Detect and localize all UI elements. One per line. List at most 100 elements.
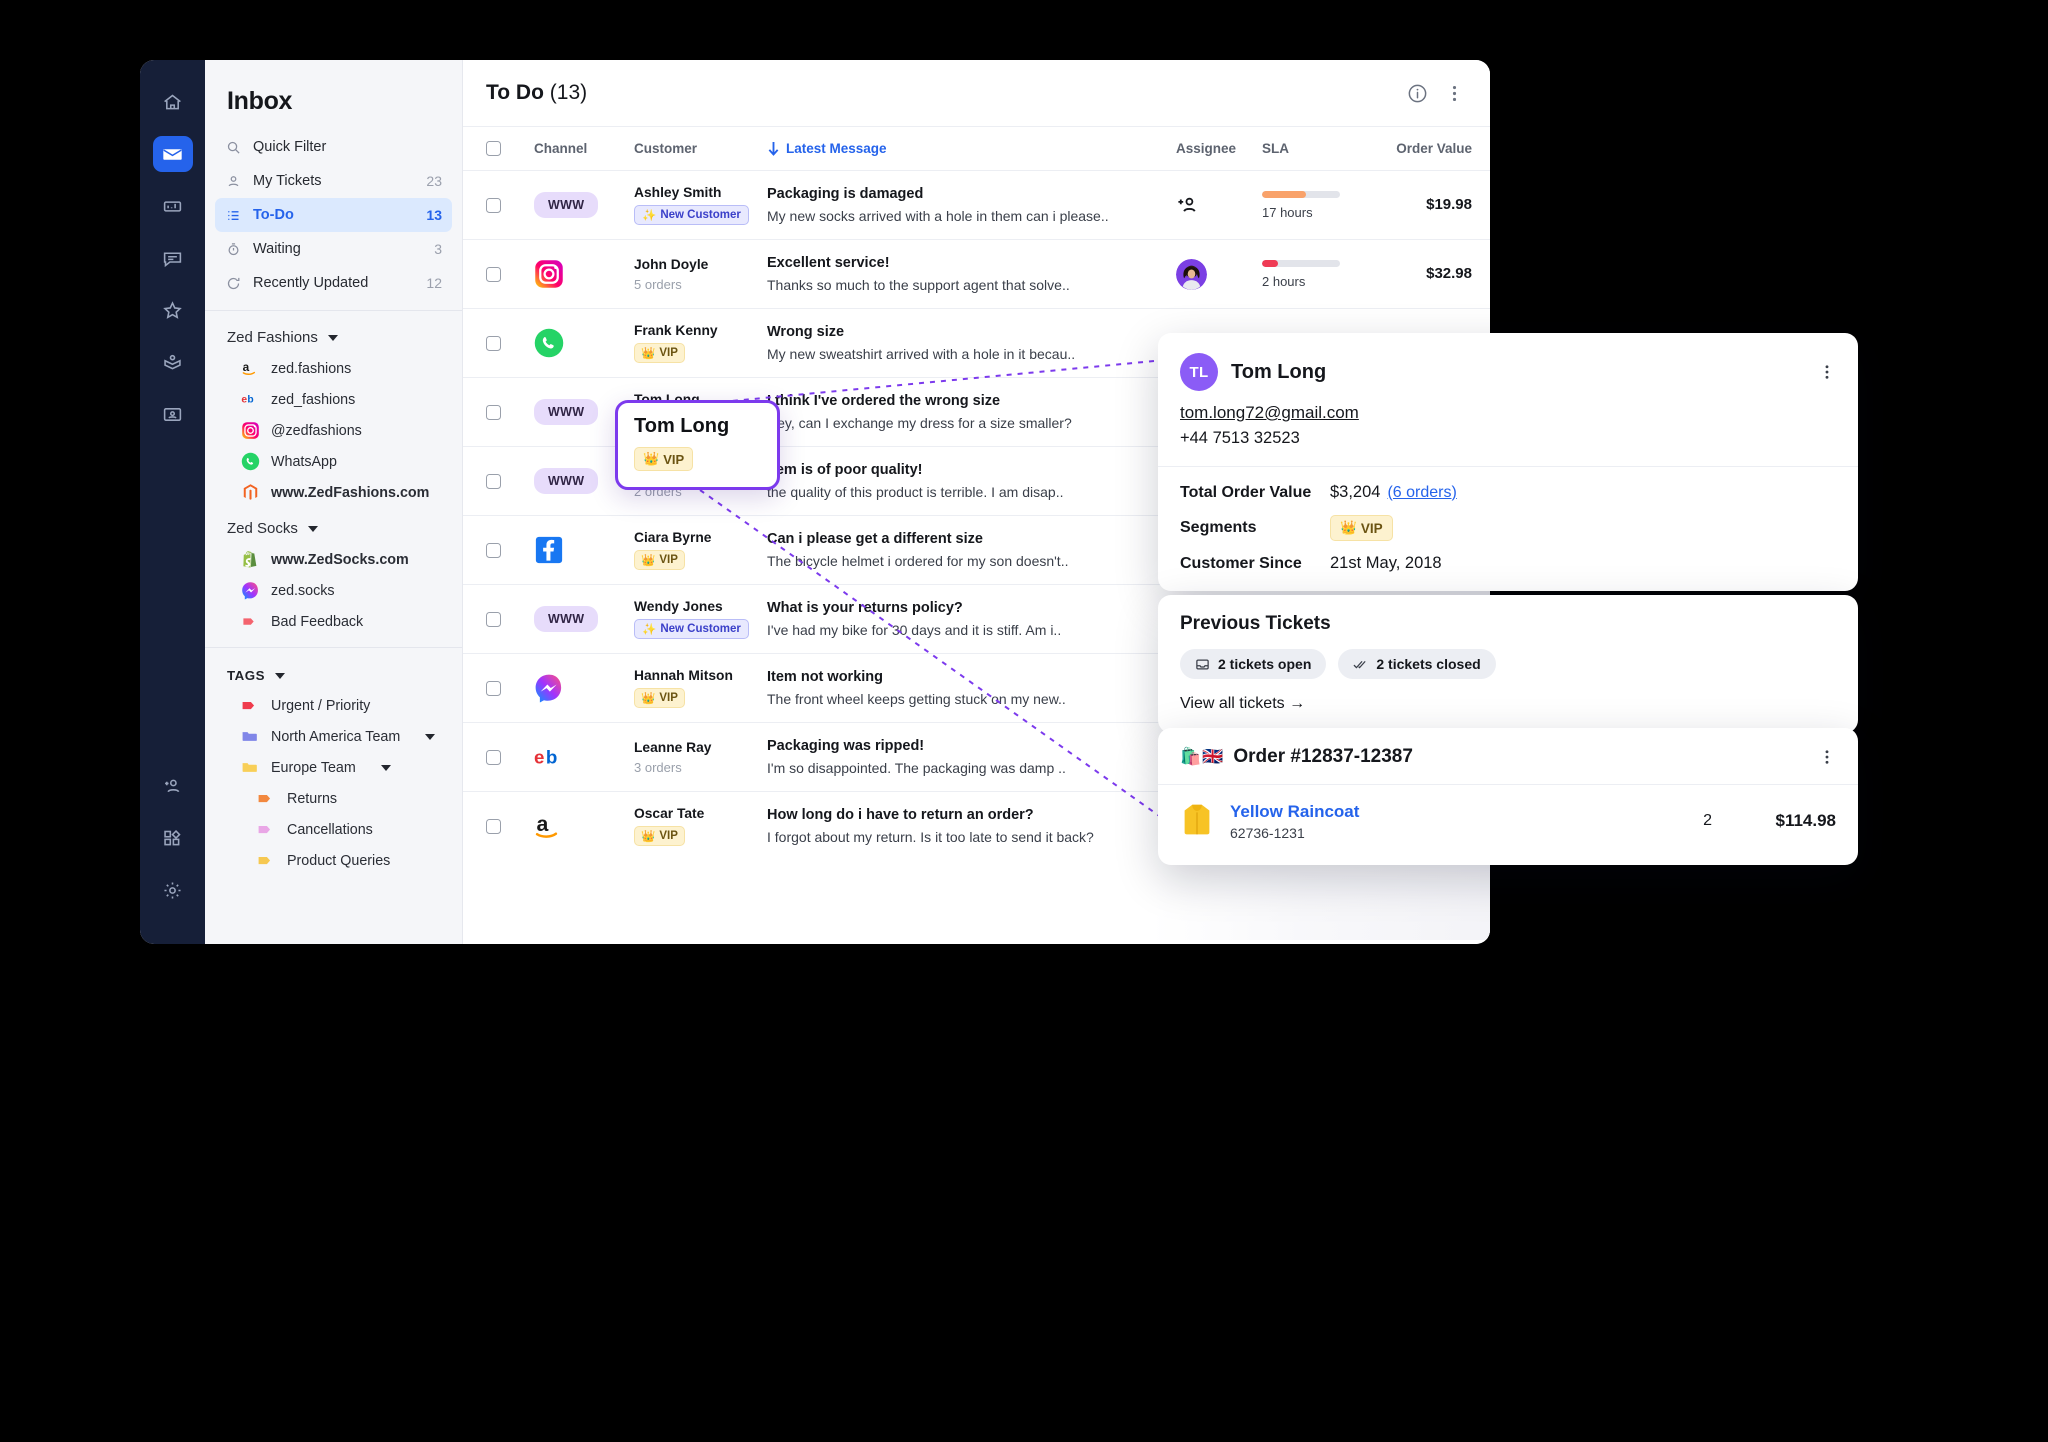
sidebar-group-zed-fashions[interactable]: Zed Fashions bbox=[205, 317, 462, 353]
svg-text:b: b bbox=[247, 395, 253, 406]
field-label: Customer Since bbox=[1180, 554, 1302, 572]
apps-grid-icon[interactable] bbox=[153, 820, 193, 856]
sidebar-channel-ebay[interactable]: eb zed_fashions bbox=[205, 384, 462, 415]
row-checkbox[interactable] bbox=[486, 473, 501, 489]
more-vertical-icon[interactable] bbox=[1818, 748, 1836, 766]
row-customer: Ciara Byrne 👑 VIP bbox=[634, 530, 767, 570]
sidebar-tag-urgent-priority[interactable]: Urgent / Priority bbox=[205, 690, 462, 721]
row-checkbox[interactable] bbox=[486, 266, 501, 282]
sidebar-channel-instagram[interactable]: @zedfashions bbox=[205, 415, 462, 446]
field-value: 21st May, 2018 bbox=[1330, 554, 1442, 572]
table-row[interactable]: John Doyle 5 orders Excellent service! Than… bbox=[463, 239, 1490, 308]
add-user-icon[interactable] bbox=[153, 768, 193, 804]
sidebar-channel-messenger-zedsocks[interactable]: zed.socks bbox=[205, 575, 462, 606]
sidebar-group-tags[interactable]: TAGS bbox=[205, 654, 462, 690]
sidebar-tag-north-america-team[interactable]: North America Team bbox=[205, 721, 462, 752]
row-message: Item not working The front wheel keeps ge… bbox=[767, 669, 1176, 707]
order-item-info: Yellow Raincoat 62736-1231 bbox=[1230, 802, 1359, 841]
sidebar-divider-2 bbox=[205, 647, 462, 648]
whatsapp-icon bbox=[534, 328, 634, 358]
sort-down-arrow-icon bbox=[768, 142, 779, 156]
row-checkbox[interactable] bbox=[486, 335, 501, 351]
sidebar-channel-amazon[interactable]: a zed.fashions bbox=[205, 353, 462, 384]
assign-user-icon[interactable] bbox=[1176, 194, 1199, 217]
row-channel bbox=[534, 673, 634, 703]
info-icon[interactable] bbox=[1407, 83, 1428, 104]
row-customer: John Doyle 5 orders bbox=[634, 257, 767, 292]
group-label: Zed Fashions bbox=[227, 329, 318, 346]
tag-label: North America Team bbox=[271, 728, 401, 745]
knowledge-book-icon[interactable] bbox=[153, 344, 193, 380]
whatsapp-icon bbox=[241, 452, 260, 471]
view-all-tickets-link[interactable]: View all tickets → bbox=[1180, 695, 1836, 713]
sidebar-item-recently-updated[interactable]: Recently Updated 12 bbox=[215, 266, 452, 300]
col-channel[interactable]: Channel bbox=[534, 141, 634, 156]
sidebar-channel-shopify-zedsocks[interactable]: www.ZedSocks.com bbox=[205, 544, 462, 575]
messenger-icon bbox=[241, 581, 260, 600]
row-checkbox[interactable] bbox=[486, 542, 501, 558]
col-latest-message[interactable]: Latest Message bbox=[767, 141, 1176, 156]
star-icon[interactable] bbox=[153, 292, 193, 328]
customer-name: Ciara Byrne bbox=[634, 530, 712, 545]
channel-label: zed.fashions bbox=[271, 360, 352, 377]
tickets-closed-chip[interactable]: 2 tickets closed bbox=[1338, 649, 1496, 679]
sidebar-item-quick-filter[interactable]: Quick Filter bbox=[215, 130, 452, 164]
tickets-open-chip[interactable]: 2 tickets open bbox=[1180, 649, 1327, 679]
sidebar-channel-whatsapp[interactable]: WhatsApp bbox=[205, 446, 462, 477]
col-order-value[interactable]: Order Value bbox=[1372, 141, 1484, 156]
message-preview: I've had my bike for 30 days and it is s… bbox=[767, 622, 1062, 638]
row-checkbox[interactable] bbox=[486, 680, 501, 696]
avatar[interactable] bbox=[1176, 258, 1207, 290]
sidebar-tag-europe-team[interactable]: Europe Team bbox=[205, 752, 462, 783]
reports-bar-chart-icon[interactable] bbox=[153, 188, 193, 224]
customer-name: Oscar Tate bbox=[634, 806, 705, 821]
status-badge: ✨ New Customer bbox=[634, 205, 749, 225]
row-customer: Wendy Jones ✨ New Customer bbox=[634, 599, 767, 639]
table-row[interactable]: WWW Ashley Smith ✨ New Customer Packaging is… bbox=[463, 170, 1490, 239]
sidebar-item-my-tickets[interactable]: My Tickets 23 bbox=[215, 164, 452, 198]
settings-gear-icon[interactable] bbox=[153, 872, 193, 908]
field-total-order-value: Total Order Value $3,204 (6 orders) bbox=[1180, 483, 1836, 502]
row-checkbox[interactable] bbox=[486, 749, 501, 765]
sidebar-channel-magento-zedfashions[interactable]: www.ZedFashions.com bbox=[205, 477, 462, 508]
more-vertical-icon[interactable] bbox=[1444, 83, 1465, 104]
shopify-uk-flag-icons: 🛍️🇬🇧 bbox=[1180, 747, 1225, 766]
col-sla[interactable]: SLA bbox=[1262, 141, 1372, 156]
sort-latest-message[interactable]: Latest Message bbox=[767, 141, 1176, 156]
sidebar-tag-returns[interactable]: Returns bbox=[205, 783, 462, 814]
sidebar-item-to-do[interactable]: To-Do 13 bbox=[215, 198, 452, 232]
sidebar-tag-product-queries[interactable]: Product Queries bbox=[205, 845, 462, 876]
row-checkbox[interactable] bbox=[486, 197, 501, 213]
customer-email-link[interactable]: tom.long72@gmail.com bbox=[1158, 391, 1858, 423]
chat-message-icon[interactable] bbox=[153, 240, 193, 276]
home-icon[interactable] bbox=[153, 84, 193, 120]
shopify-icon bbox=[241, 550, 260, 569]
row-checkbox[interactable] bbox=[486, 404, 501, 420]
inbox-mail-icon[interactable] bbox=[152, 136, 193, 172]
message-subject: Packaging was ripped! bbox=[767, 738, 925, 754]
col-assignee[interactable]: Assignee bbox=[1176, 141, 1262, 156]
row-checkbox[interactable] bbox=[486, 818, 501, 834]
tag-label: Urgent / Priority bbox=[271, 697, 371, 714]
sidebar-channel-bad-feedback[interactable]: Bad Feedback bbox=[205, 606, 462, 637]
row-sla: 2 hours bbox=[1262, 259, 1372, 289]
message-preview: My new sweatshirt arrived with a hole in… bbox=[767, 346, 1076, 362]
page-title-text: To Do bbox=[486, 81, 544, 104]
more-vertical-icon[interactable] bbox=[1818, 363, 1836, 381]
row-checkbox[interactable] bbox=[486, 611, 501, 627]
page-title: To Do (13) bbox=[486, 81, 587, 105]
orders-count-link[interactable]: (6 orders) bbox=[1387, 484, 1456, 502]
search-icon bbox=[225, 139, 242, 156]
order-item-name[interactable]: Yellow Raincoat bbox=[1230, 802, 1359, 822]
sidebar-item-waiting[interactable]: Waiting 3 bbox=[215, 232, 452, 266]
col-customer[interactable]: Customer bbox=[634, 141, 767, 156]
customer-phone: +44 7513 32523 bbox=[1180, 429, 1300, 447]
message-preview: My new socks arrived with a hole in them… bbox=[767, 208, 1109, 224]
select-all-checkbox[interactable] bbox=[486, 141, 501, 156]
sidebar-tag-cancellations[interactable]: Cancellations bbox=[205, 814, 462, 845]
crown-icon: 👑 bbox=[643, 451, 660, 466]
previous-tickets-title: Previous Tickets bbox=[1180, 613, 1331, 634]
sidebar-group-zed-socks[interactable]: Zed Socks bbox=[205, 508, 462, 544]
sla-time-remaining: 17 hours bbox=[1262, 204, 1313, 220]
contacts-card-icon[interactable] bbox=[153, 396, 193, 432]
